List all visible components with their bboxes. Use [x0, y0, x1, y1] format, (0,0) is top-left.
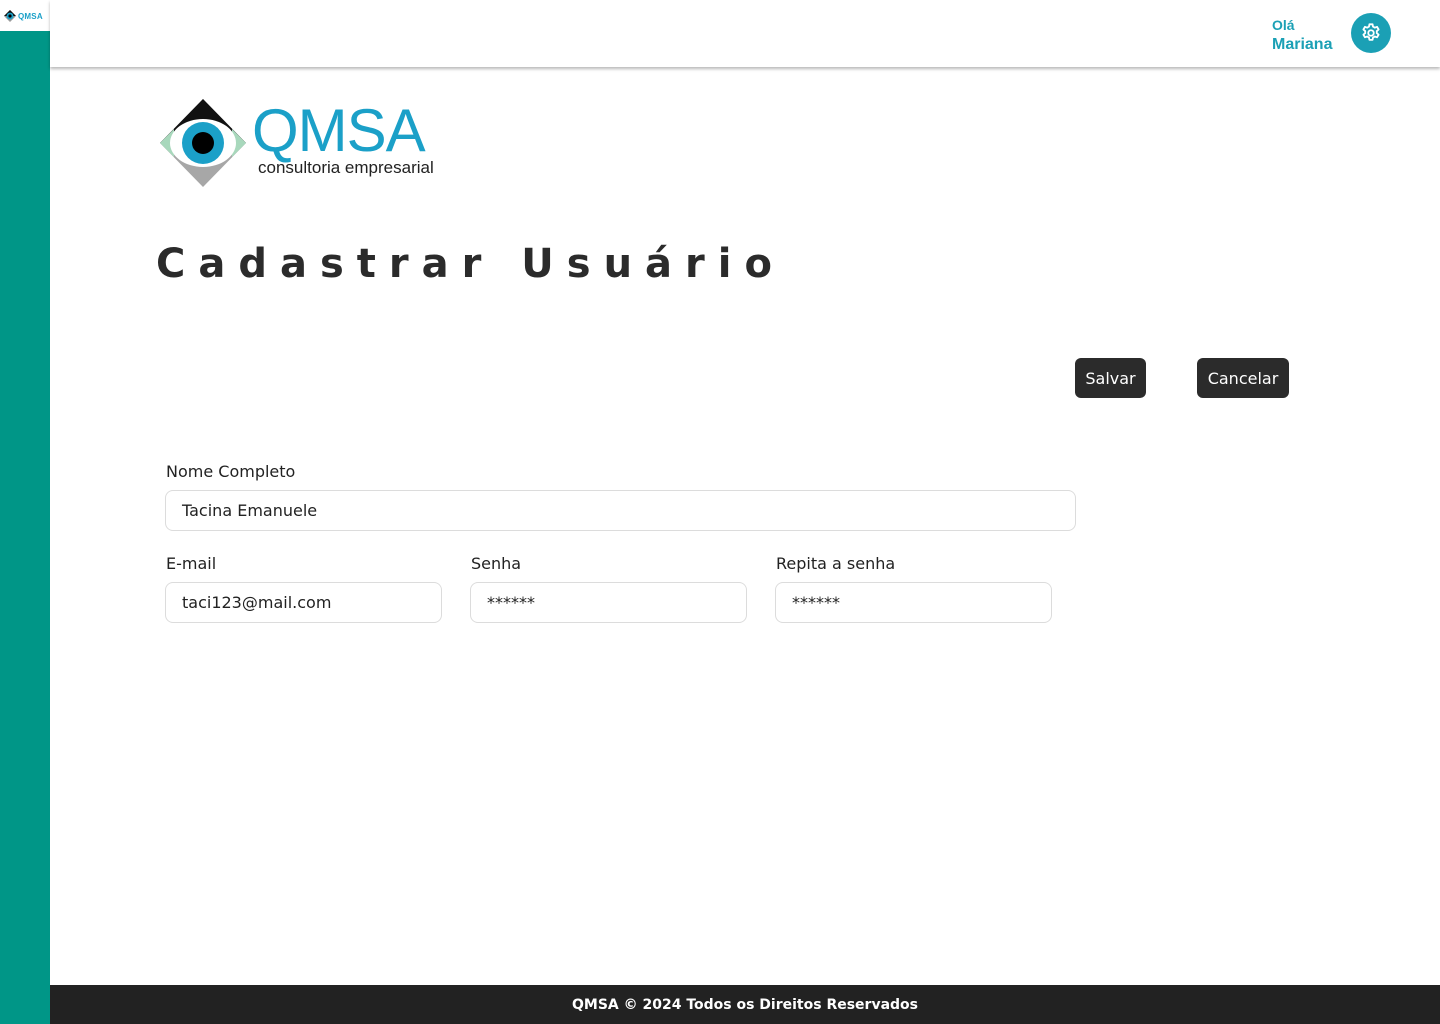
eye-logo-icon [160, 99, 246, 187]
password-field[interactable]: ****** [470, 582, 747, 623]
gear-icon [1362, 23, 1380, 41]
brand-tagline: consultoria empresarial [258, 158, 434, 177]
username: Mariana [1272, 36, 1333, 53]
sidebar: QMSA [0, 0, 50, 1024]
eye-logo-icon [4, 10, 16, 22]
footer-text: QMSA © 2024 Todos os Direitos Reservados [571, 996, 918, 1013]
sidebar-logo[interactable]: QMSA [4, 8, 48, 24]
password-label: Senha [471, 554, 522, 573]
email-field[interactable]: taci123@mail.com [165, 582, 442, 623]
cancel-button[interactable]: Cancelar [1197, 358, 1289, 398]
sidebar-stripe [0, 31, 50, 1024]
repeat-password-field[interactable]: ****** [775, 582, 1052, 623]
settings-button[interactable] [1351, 13, 1391, 53]
repeat-password-label: Repita a senha [776, 554, 896, 573]
brand-name: QMSA [252, 97, 426, 164]
full-name-field[interactable]: Tacina Emanuele [165, 490, 1076, 531]
top-header: Olá Mariana [50, 0, 1440, 67]
page-title: Cadastrar Usuário [156, 241, 785, 287]
email-label: E-mail [166, 554, 217, 573]
save-button[interactable]: Salvar [1075, 358, 1146, 398]
user-greeting: Olá Mariana [1272, 16, 1332, 56]
greeting-text: Olá [1272, 17, 1295, 33]
brand-logo: QMSA consultoria empresarial [160, 97, 460, 189]
full-name-label: Nome Completo [166, 462, 296, 481]
sidebar-logo-text: QMSA [18, 11, 43, 21]
footer: QMSA © 2024 Todos os Direitos Reservados [50, 985, 1440, 1024]
